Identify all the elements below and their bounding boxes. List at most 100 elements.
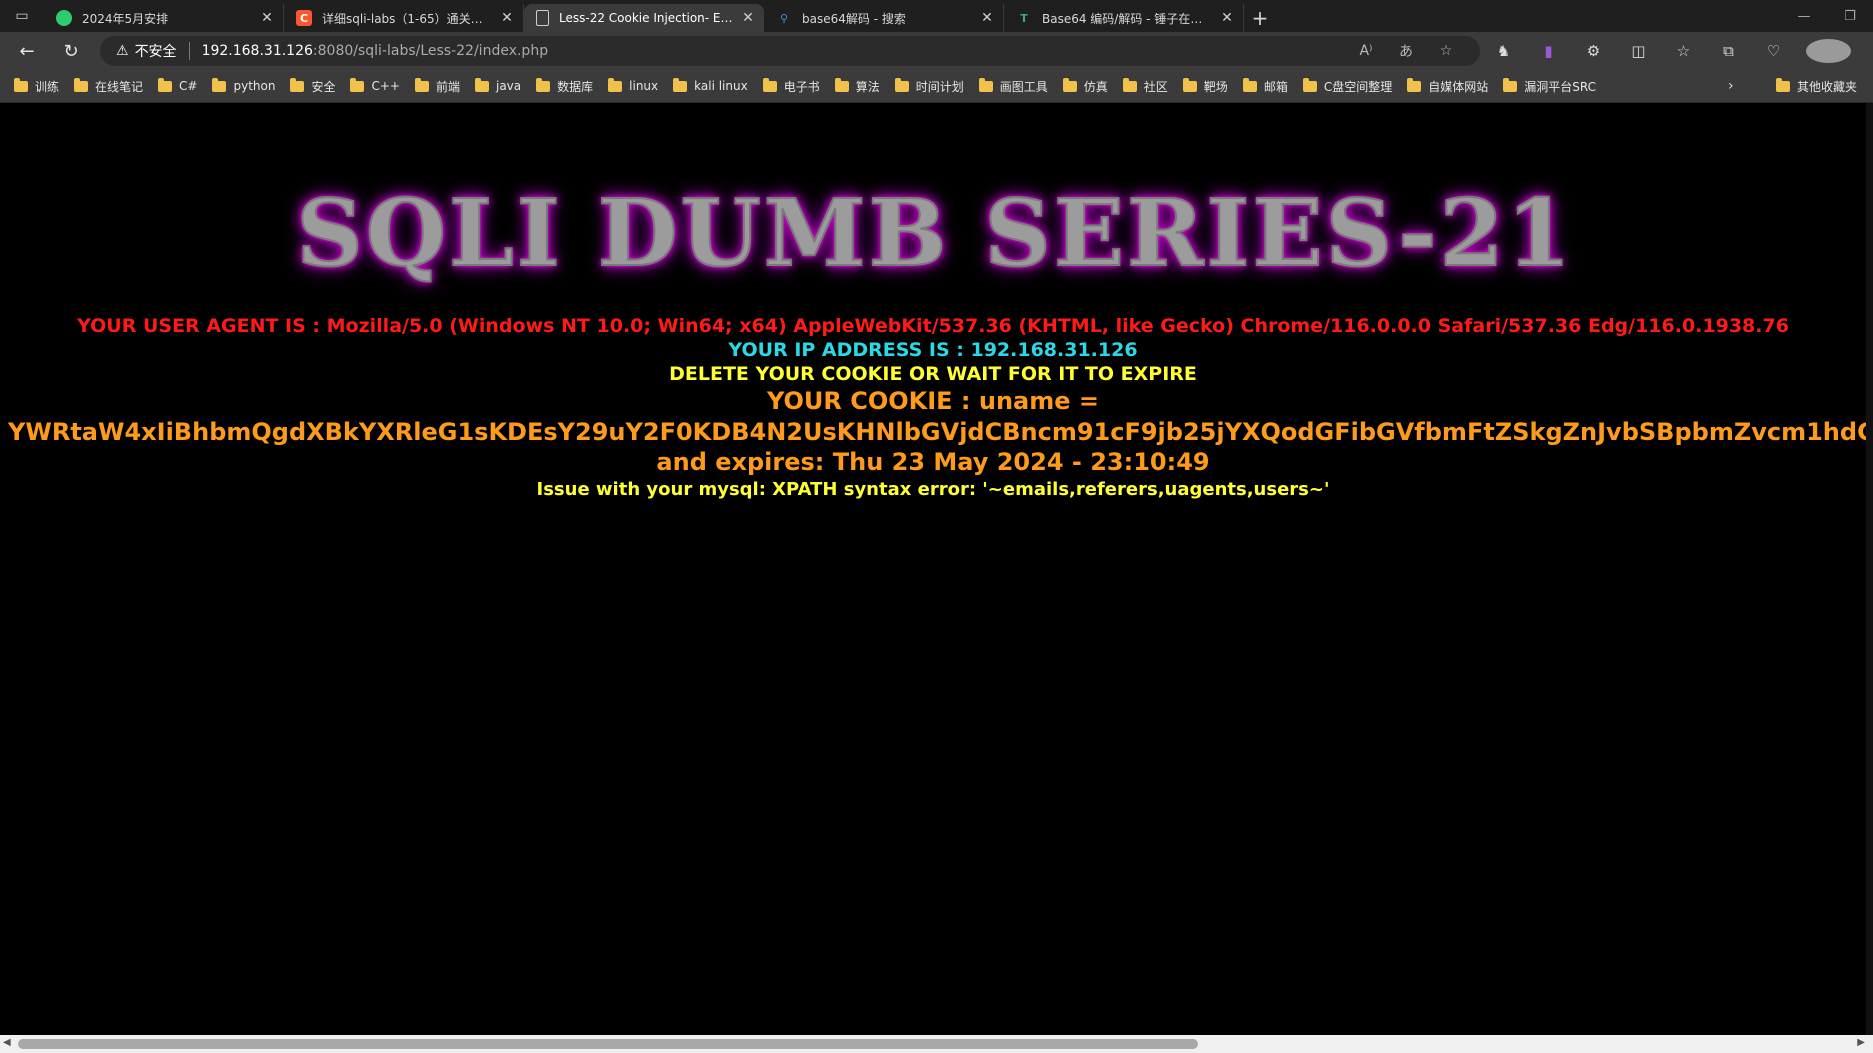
read-aloud-icon[interactable]: A⁾ <box>1346 43 1386 59</box>
bookmark-folder[interactable]: 算法 <box>827 77 887 95</box>
bookmark-folder[interactable]: 仿真 <box>1055 77 1115 95</box>
other-favorites[interactable]: 其他收藏夹 <box>1775 70 1857 102</box>
window-controls: — ❐ <box>1781 0 1873 32</box>
minimize-icon[interactable]: — <box>1781 9 1827 24</box>
bookmark-folder[interactable]: kali linux <box>665 77 755 93</box>
folder-icon <box>290 77 305 92</box>
profile-avatar[interactable] <box>1806 39 1851 63</box>
bookmark-folder[interactable]: 在线笔记 <box>66 77 150 95</box>
bookmark-folder[interactable]: 前端 <box>407 77 467 95</box>
scrollbar-thumb[interactable] <box>18 1039 1198 1049</box>
split-screen-icon[interactable]: ◫ <box>1616 42 1661 60</box>
scroll-left-icon[interactable]: ◀ <box>3 1037 11 1048</box>
bookmark-folder[interactable]: java <box>467 77 528 93</box>
bookmark-folder[interactable]: 电子书 <box>755 77 827 95</box>
favorites-icon[interactable]: ☆ <box>1661 42 1706 60</box>
collections-icon[interactable]: ⧉ <box>1706 42 1751 60</box>
bookmark-label: 漏洞平台SRC <box>1524 79 1596 94</box>
folder-icon <box>212 77 227 92</box>
security-label[interactable]: 不安全 <box>135 41 177 61</box>
address-bar-icons: A⁾ あ ☆ <box>1346 36 1466 66</box>
address-bar[interactable]: ⚠ 不安全 192.168.31.126:8080/sqli-labs/Less… <box>100 36 1480 66</box>
bookmark-folder[interactable]: 安全 <box>282 77 342 95</box>
toolbar: ← ↻ ⚠ 不安全 192.168.31.126:8080/sqli-labs/… <box>0 32 1873 70</box>
restore-icon[interactable]: ❐ <box>1827 9 1873 24</box>
extension-icon[interactable]: ♞ <box>1481 42 1526 60</box>
bookmark-label: 时间计划 <box>915 79 964 94</box>
bookmark-folder[interactable]: C# <box>150 77 204 93</box>
tab-title: 详细sqli-labs（1-65）通关讲解-C <box>322 11 493 26</box>
tab-0[interactable]: 2024年5月安排 ✕ <box>44 4 284 32</box>
bookmark-label: 电子书 <box>783 79 820 94</box>
folder-icon <box>1242 77 1257 92</box>
tab-title: Base64 编码/解码 - 锤子在线工具 <box>1042 11 1213 26</box>
divider <box>188 42 190 60</box>
close-icon[interactable]: ✕ <box>259 10 275 26</box>
bookmark-folder[interactable]: python <box>204 77 282 93</box>
chevron-right-icon[interactable]: › <box>1728 70 1734 102</box>
refresh-button[interactable]: ↻ <box>53 35 89 67</box>
bookmark-label: 前端 <box>435 79 460 94</box>
bookmark-folder[interactable]: C++ <box>342 77 407 93</box>
bookmark-folder[interactable]: C盘空间整理 <box>1295 77 1399 95</box>
mysql-error-text: Issue with your mysql: XPATH syntax erro… <box>536 479 1330 500</box>
bookmark-folder[interactable]: 社区 <box>1115 77 1175 95</box>
tab-title: 2024年5月安排 <box>82 11 169 26</box>
folder-icon <box>1302 77 1317 92</box>
bookmark-folder[interactable]: 漏洞平台SRC <box>1495 77 1603 95</box>
close-icon[interactable]: ✕ <box>499 10 515 26</box>
extensions-icon[interactable]: ⚙ <box>1571 42 1616 60</box>
bookmark-label: 数据库 <box>557 79 594 94</box>
tab-actions-icon[interactable]: ▭ <box>0 0 44 32</box>
search-icon: ⚲ <box>779 11 789 25</box>
bookmark-label: kali linux <box>694 79 748 93</box>
folder-icon <box>762 77 777 92</box>
bookmark-folder[interactable]: 训练 <box>6 77 66 95</box>
toolbar-actions: ♞ ▮ ⚙ ◫ ☆ ⧉ ♡ <box>1481 32 1861 70</box>
bookmark-folder[interactable]: 数据库 <box>528 77 600 95</box>
bookmark-label: 算法 <box>855 79 880 94</box>
bookmark-label: C++ <box>371 79 400 93</box>
new-tab-button[interactable]: + <box>1244 4 1276 32</box>
close-icon[interactable]: ✕ <box>1219 10 1235 26</box>
tab-2[interactable]: Less-22 Cookie Injection- Error B ✕ <box>524 4 764 32</box>
browser-window: ▭ 2024年5月安排 ✕ C 详细sqli-labs（1-65）通关讲解-C … <box>0 0 1873 1053</box>
folder-icon <box>894 77 909 92</box>
document-icon <box>536 10 549 26</box>
folder-icon <box>834 77 849 92</box>
bookmark-folder[interactable]: 画图工具 <box>971 77 1055 95</box>
performance-icon[interactable]: ♡ <box>1751 42 1796 60</box>
bookmark-label: java <box>495 79 522 93</box>
bookmark-label: python <box>233 79 276 93</box>
bookmark-folder[interactable]: linux <box>600 77 665 93</box>
vertical-scrollbar[interactable] <box>1866 103 1873 1035</box>
bookmark-folder[interactable]: 靶场 <box>1175 77 1235 95</box>
horizontal-scrollbar[interactable]: ◀ ▶ <box>0 1035 1873 1053</box>
bookmark-label: C盘空间整理 <box>1323 79 1393 94</box>
favorite-star-icon[interactable]: ☆ <box>1426 43 1466 59</box>
user-agent-text: YOUR USER AGENT IS : Mozilla/5.0 (Window… <box>77 315 1789 337</box>
bookmark-extension-icon[interactable]: ▮ <box>1526 42 1571 60</box>
hammer-icon: T <box>1020 11 1028 25</box>
url-path: :8080/sqli-labs/Less-22/index.php <box>312 43 549 59</box>
tab-4[interactable]: T Base64 编码/解码 - 锤子在线工具 ✕ <box>1004 4 1244 32</box>
bookmark-folder[interactable]: 时间计划 <box>887 77 971 95</box>
close-icon[interactable]: ✕ <box>979 10 995 26</box>
tab-3[interactable]: ⚲ base64解码 - 搜索 ✕ <box>764 4 1004 32</box>
close-icon[interactable]: ✕ <box>740 10 756 26</box>
back-button[interactable]: ← <box>9 35 45 67</box>
folder-icon <box>74 77 89 92</box>
bookmark-folder[interactable]: 邮箱 <box>1235 77 1295 95</box>
ip-address-text: YOUR IP ADDRESS IS : 192.168.31.126 <box>728 339 1138 361</box>
folder-icon <box>1775 77 1790 92</box>
green-circle-icon <box>56 10 72 26</box>
folder-icon <box>1122 77 1137 92</box>
translate-icon[interactable]: あ <box>1386 41 1426 61</box>
tab-1[interactable]: C 详细sqli-labs（1-65）通关讲解-C ✕ <box>284 4 524 32</box>
bookmark-folder[interactable]: 自媒体网站 <box>1399 77 1495 95</box>
bookmark-label: 在线笔记 <box>95 79 144 94</box>
folder-icon <box>536 77 551 92</box>
tab-strip: ▭ 2024年5月安排 ✕ C 详细sqli-labs（1-65）通关讲解-C … <box>0 0 1873 32</box>
scroll-right-icon[interactable]: ▶ <box>1857 1037 1865 1048</box>
folder-icon <box>608 77 623 92</box>
